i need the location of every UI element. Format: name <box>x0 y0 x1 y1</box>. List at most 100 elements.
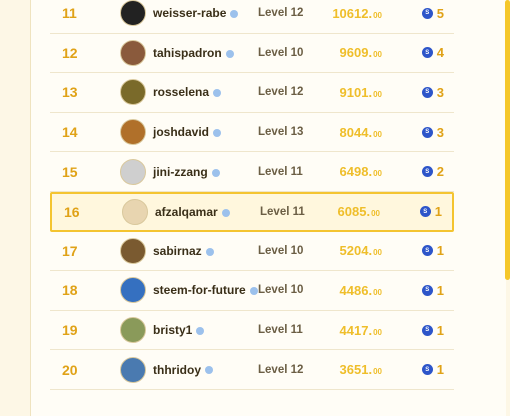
table-row[interactable]: 14 joshdavid Level 13 8044.00 S 3 <box>50 113 454 153</box>
level-label: Level 10 <box>258 46 304 59</box>
level-label: Level 12 <box>258 86 304 99</box>
username-link[interactable]: jini-zzang <box>153 165 220 179</box>
steem-coin-icon: S <box>421 364 433 376</box>
username-label: joshdavid <box>153 125 210 140</box>
rating: S 1 <box>421 322 444 338</box>
verified-badge-icon <box>230 10 239 19</box>
table-row[interactable]: 13 rosselena Level 12 9101.00 S 3 <box>50 73 454 113</box>
username-link[interactable]: bristy1 <box>153 323 205 338</box>
username-label: weisser-rabe <box>153 6 227 21</box>
rank-number: 16 <box>64 203 80 220</box>
avatar[interactable] <box>122 198 148 225</box>
rank-number: 18 <box>62 282 78 299</box>
score-value: 4417.00 <box>339 322 382 338</box>
avatar[interactable] <box>120 158 146 185</box>
rating: S 1 <box>421 282 444 298</box>
verified-badge-icon <box>205 366 213 375</box>
username-link[interactable]: thhridoy <box>153 363 213 377</box>
steem-coin-icon: S <box>421 284 433 296</box>
level-label: Level 10 <box>258 244 304 257</box>
score-value: 6085.00 <box>337 204 380 220</box>
level-label: Level 11 <box>258 324 303 337</box>
table-row[interactable]: 18 steem-for-future Level 10 4486.00 S 1 <box>50 271 454 311</box>
verified-badge-icon <box>225 49 234 58</box>
steem-coin-icon: S <box>421 245 433 257</box>
level-label: Level 10 <box>258 284 304 297</box>
rank-number: 14 <box>62 124 78 141</box>
avatar[interactable] <box>120 277 146 304</box>
username-label: tahispadron <box>153 45 222 60</box>
level-label: Level 12 <box>258 363 304 376</box>
username-link[interactable]: tahispadron <box>153 46 234 60</box>
username-label: steem-for-future <box>153 283 246 298</box>
avatar[interactable] <box>120 79 146 106</box>
avatar[interactable] <box>120 317 146 344</box>
table-row[interactable]: 16 afzalqamar Level 11 6085.00 S 1 <box>50 191 454 232</box>
rating-value: 1 <box>436 322 444 338</box>
verified-badge-icon <box>211 168 220 177</box>
rating-value: 2 <box>436 164 444 180</box>
verified-badge-icon <box>205 247 214 256</box>
rating: S 4 <box>421 45 444 61</box>
verified-badge-icon <box>213 89 222 98</box>
username-label: afzalqamar <box>155 204 218 219</box>
verified-badge-icon <box>196 326 205 335</box>
rank-number: 15 <box>62 163 78 180</box>
avatar[interactable] <box>120 237 146 264</box>
rank-number: 11 <box>62 5 77 22</box>
steem-coin-icon: S <box>421 166 433 178</box>
username-link[interactable]: steem-for-future <box>153 283 258 297</box>
username-link[interactable]: sabirnaz <box>153 244 214 258</box>
table-row[interactable]: 19 bristy1 Level 11 4417.00 S 1 <box>50 311 454 351</box>
score-value: 3651.00 <box>339 362 382 378</box>
rating-value: 1 <box>436 282 444 298</box>
level-label: Level 12 <box>258 7 304 20</box>
rating-value: 1 <box>436 362 444 378</box>
rating-value: 1 <box>436 243 444 259</box>
rank-number: 17 <box>62 242 78 259</box>
verified-badge-icon <box>213 128 222 137</box>
username-label: bristy1 <box>153 323 193 338</box>
verified-badge-icon <box>221 208 230 217</box>
avatar[interactable] <box>120 0 146 27</box>
rating: S 3 <box>421 125 444 140</box>
username-link[interactable]: rosselena <box>153 85 222 100</box>
rating-value: 4 <box>436 45 444 61</box>
username-link[interactable]: afzalqamar <box>155 205 230 219</box>
scrollbar[interactable] <box>505 0 510 280</box>
table-row[interactable]: 12 tahispadron Level 10 9609.00 S 4 <box>50 34 454 74</box>
username-link[interactable]: weisser-rabe <box>153 6 239 21</box>
rating: S 1 <box>421 243 444 259</box>
avatar[interactable] <box>120 356 146 383</box>
rating-value: 3 <box>436 84 444 100</box>
leaderboard-table: 11 weisser-rabe Level 12 10612.00 S 5 12… <box>50 0 454 390</box>
rating: S 5 <box>421 6 444 21</box>
username-label: rosselena <box>153 85 210 100</box>
steem-coin-icon: S <box>421 7 433 19</box>
level-label: Level 11 <box>258 165 303 178</box>
table-row[interactable]: 15 jini-zzang Level 11 6498.00 S 2 <box>50 152 454 192</box>
avatar[interactable] <box>120 119 146 146</box>
level-label: Level 11 <box>260 205 305 218</box>
score-value: 10612.00 <box>332 5 382 21</box>
rank-number: 12 <box>62 44 78 61</box>
rating-value: 1 <box>434 204 442 220</box>
steem-coin-icon: S <box>421 126 433 138</box>
table-row[interactable]: 17 sabirnaz Level 10 5204.00 S 1 <box>50 232 454 272</box>
rating: S 1 <box>419 204 442 220</box>
table-row[interactable]: 20 thhridoy Level 12 3651.00 S 1 <box>50 350 454 390</box>
username-label: jini-zzang <box>153 164 208 179</box>
steem-coin-icon: S <box>419 206 431 218</box>
steem-coin-icon: S <box>421 86 433 98</box>
rank-number: 19 <box>62 322 78 339</box>
rank-number: 13 <box>62 84 78 101</box>
table-row[interactable]: 11 weisser-rabe Level 12 10612.00 S 5 <box>50 0 454 34</box>
score-value: 8044.00 <box>339 124 382 140</box>
username-label: sabirnaz <box>153 243 202 258</box>
avatar[interactable] <box>120 39 146 66</box>
rating: S 1 <box>421 362 444 378</box>
rating: S 2 <box>421 164 444 180</box>
username-link[interactable]: joshdavid <box>153 125 222 140</box>
score-value: 5204.00 <box>339 243 382 259</box>
score-value: 6498.00 <box>339 164 382 180</box>
